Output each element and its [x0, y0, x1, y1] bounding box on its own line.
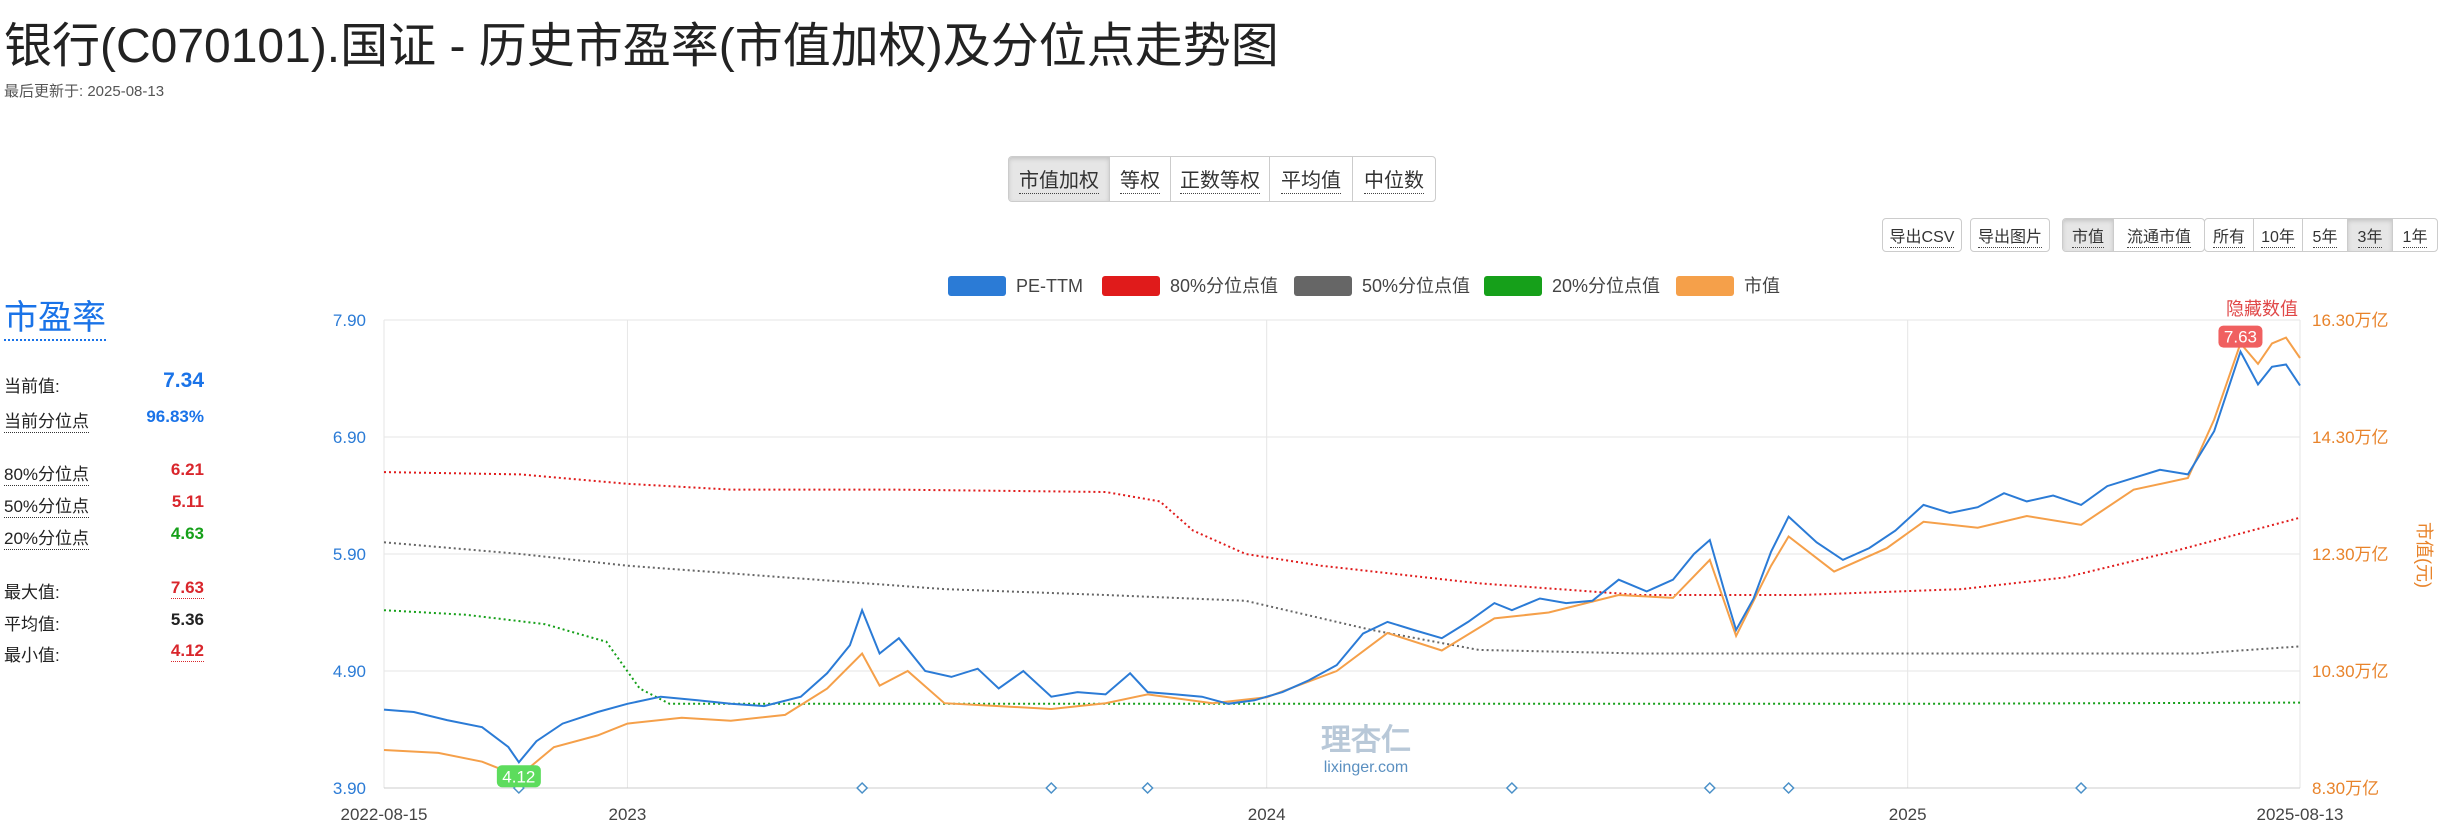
- event-marker: [1505, 781, 1518, 795]
- series-p50-line: [383, 541, 2301, 655]
- y-right-tick-label: 8.30万亿: [2312, 779, 2379, 798]
- y-right-tick-label: 14.30万亿: [2312, 428, 2389, 447]
- event-marker: [856, 781, 869, 795]
- min-value-label: 4.12: [502, 767, 535, 786]
- y-right-tick-label: 16.30万亿: [2312, 311, 2389, 330]
- series-p80-line: [383, 471, 2301, 596]
- legend-swatch: [1676, 276, 1734, 296]
- y-right-tick-label: 12.30万亿: [2312, 545, 2389, 564]
- legend-item-label[interactable]: 80%分位点值: [1170, 276, 1278, 296]
- right-axis-title: 市值(元): [2414, 522, 2434, 588]
- x-tick-label: 2025-08-13: [2257, 805, 2344, 824]
- y-left-tick-label: 3.90: [333, 779, 366, 798]
- x-tick-label: 2023: [609, 805, 647, 824]
- legend-item-label[interactable]: 20%分位点值: [1552, 276, 1660, 296]
- legend-swatch: [948, 276, 1006, 296]
- event-marker: [1782, 781, 1795, 795]
- legend-swatch: [1102, 276, 1160, 296]
- max-value-label: 7.63: [2224, 328, 2257, 347]
- x-tick-label: 2025: [1889, 805, 1927, 824]
- watermark-sub: lixinger.com: [1324, 759, 1408, 776]
- watermark: 理杏仁: [1321, 723, 1411, 758]
- event-marker: [2075, 781, 2088, 795]
- x-tick-label: 2022-08-15: [341, 805, 428, 824]
- series-market-cap-line: [383, 336, 2301, 778]
- legend-swatch: [1484, 276, 1542, 296]
- legend-item-label[interactable]: 市值: [1744, 276, 1780, 296]
- y-left-tick-label: 7.90: [333, 311, 366, 330]
- y-left-tick-label: 4.90: [333, 662, 366, 681]
- pe-history-chart: 3.90 8.30万亿 4.90 10.30万亿 5.90 12.30万亿 6.90 14.3…: [333, 276, 2434, 824]
- y-right-tick-label: 10.30万亿: [2312, 662, 2389, 681]
- hide-values-toggle[interactable]: 隐藏数值: [2226, 299, 2298, 319]
- x-tick-label: 2024: [1248, 805, 1286, 824]
- y-left-tick-label: 5.90: [333, 545, 366, 564]
- series-pe-ttm-line: [383, 349, 2301, 764]
- event-marker: [1141, 781, 1154, 795]
- legend-item-label[interactable]: 50%分位点值: [1362, 276, 1470, 296]
- series-p20-line: [383, 609, 2301, 705]
- legend-swatch: [1294, 276, 1352, 296]
- legend-item-label[interactable]: PE-TTM: [1016, 276, 1083, 296]
- event-marker: [1045, 781, 1058, 795]
- event-marker: [1703, 781, 1716, 795]
- y-left-tick-label: 6.90: [333, 428, 366, 447]
